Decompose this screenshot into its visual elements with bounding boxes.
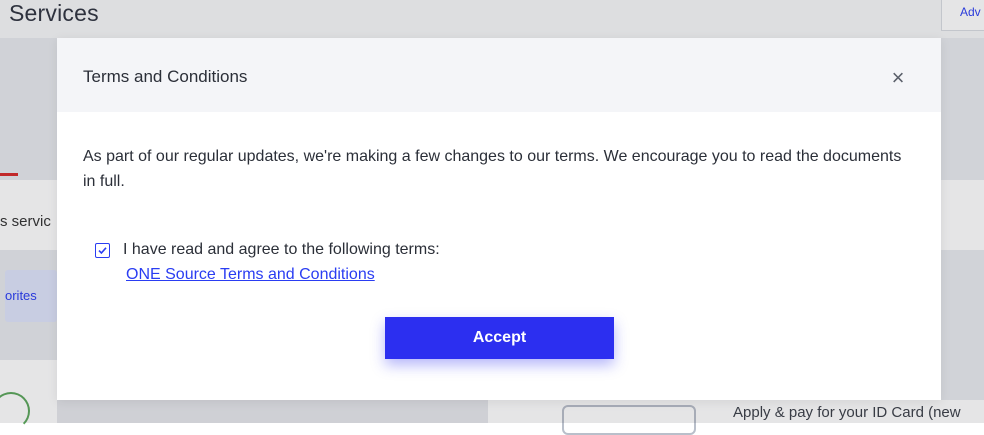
- agree-checkbox[interactable]: [95, 243, 110, 258]
- close-icon[interactable]: ×: [886, 66, 910, 90]
- accept-button[interactable]: Accept: [385, 317, 614, 359]
- terms-modal: Terms and Conditions × As part of our re…: [57, 38, 941, 400]
- modal-title: Terms and Conditions: [83, 67, 248, 86]
- checkmark-icon: [98, 247, 107, 255]
- agree-label: I have read and agree to the following t…: [123, 241, 440, 258]
- modal-message: As part of our regular updates, we're ma…: [83, 148, 902, 190]
- modal-header: Terms and Conditions ×: [57, 38, 941, 112]
- terms-link[interactable]: ONE Source Terms and Conditions: [126, 266, 375, 284]
